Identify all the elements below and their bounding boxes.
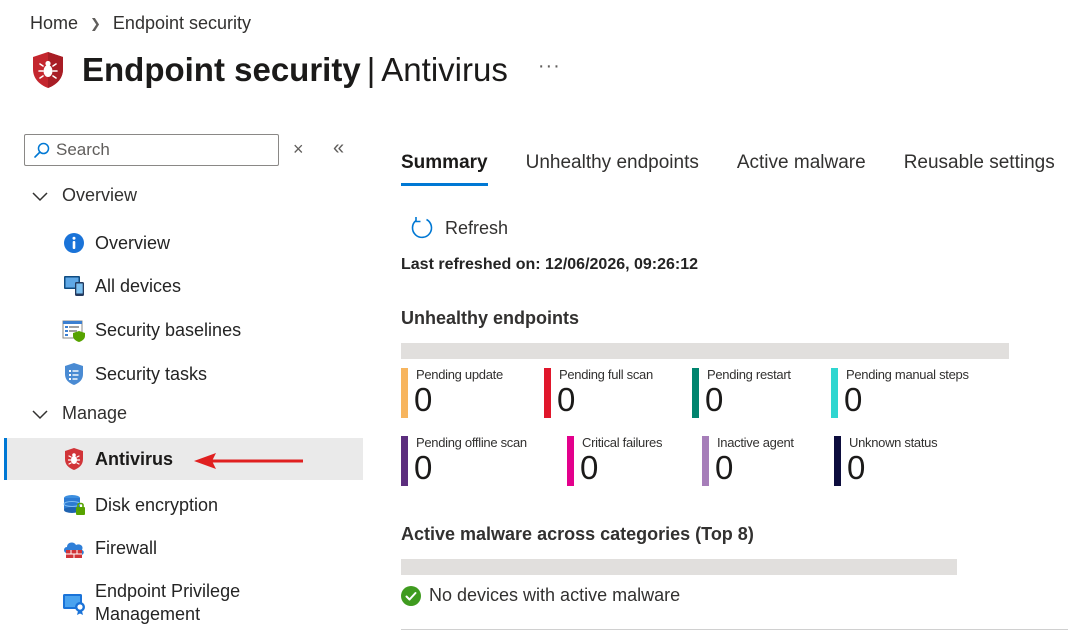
active-malware-bar	[401, 559, 957, 575]
page-title-sub: Antivirus	[381, 51, 508, 88]
firewall-icon	[64, 542, 84, 558]
page-title-separator: |	[366, 51, 376, 88]
sidebar-item-label: Security baselines	[95, 319, 242, 340]
more-options-button[interactable]: ···	[538, 55, 561, 78]
last-refreshed-text: Last refreshed on: 12/06/2026, 09:26:12	[401, 256, 699, 273]
sidebar-item-security-baselines[interactable]: Security baselines	[4, 317, 363, 343]
page-header: Endpoint security | Antivirus ···	[30, 50, 561, 90]
sidebar-item-disk-encryption[interactable]: Disk encryption	[4, 492, 363, 518]
tile-value: 0	[844, 381, 863, 418]
tile-pending-full-scan[interactable]: Pending full scan 0	[544, 368, 653, 418]
refresh-label: Refresh	[445, 217, 509, 238]
tile-label: Unknown status	[849, 435, 938, 450]
search-input[interactable]: Search	[24, 134, 279, 166]
sidebar-item-firewall[interactable]: Firewall	[4, 535, 363, 561]
sidebar-group-label: Overview	[62, 185, 138, 205]
tile-critical-failures[interactable]: Critical failures 0	[567, 436, 662, 486]
search-icon	[34, 142, 50, 158]
sidebar-item-security-tasks[interactable]: Security tasks	[4, 361, 363, 387]
info-icon	[64, 233, 84, 253]
sidebar-group-label: Manage	[62, 403, 128, 423]
sidebar-item-label-line2: Management	[95, 604, 201, 624]
sidebar-item-all-devices[interactable]: All devices	[4, 273, 363, 299]
chevron-down-icon	[32, 409, 48, 419]
tile-label: Critical failures	[582, 435, 663, 450]
tab-reusable-settings[interactable]: Reusable settings	[904, 152, 1055, 186]
tile-label: Pending offline scan	[416, 435, 527, 450]
tile-value: 0	[580, 449, 599, 486]
sidebar-item-label: Overview	[95, 232, 171, 253]
sidebar-group-overview[interactable]: Overview	[30, 185, 137, 206]
antivirus-shield-icon	[33, 52, 63, 88]
breadcrumb-home-link[interactable]: Home	[30, 13, 78, 34]
tab-bar: Summary Unhealthy endpoints Active malwa…	[401, 152, 1068, 186]
breadcrumb: Home ❯ Endpoint security	[30, 13, 251, 34]
tile-label: Pending full scan	[559, 367, 653, 382]
sidebar-item-overview[interactable]: Overview	[4, 230, 363, 256]
active-malware-title: Active malware across categories (Top 8)	[401, 524, 754, 544]
tab-unhealthy-endpoints[interactable]: Unhealthy endpoints	[526, 152, 699, 186]
sidebar-item-label: Disk encryption	[95, 494, 219, 515]
chevron-down-icon	[32, 191, 48, 201]
unhealthy-endpoints-title: Unhealthy endpoints	[401, 308, 580, 328]
tile-value: 0	[715, 449, 734, 486]
tasks-icon	[65, 363, 83, 385]
success-check-icon	[401, 585, 421, 606]
tile-label: Pending restart	[707, 367, 791, 382]
sidebar-group-manage[interactable]: Manage	[30, 403, 127, 424]
refresh-icon	[411, 217, 433, 239]
sidebar-item-endpoint-privilege-management[interactable]: Endpoint Privilege Management	[4, 579, 363, 627]
tile-value: 0	[414, 449, 433, 486]
refresh-button[interactable]: Refresh	[410, 216, 508, 240]
sidebar-item-label: Security tasks	[95, 363, 208, 384]
no-malware-text: No devices with active malware	[429, 585, 681, 605]
sidebar-item-label: Firewall	[95, 537, 158, 558]
no-malware-message: No devices with active malware	[401, 585, 680, 606]
sidebar-item-label: All devices	[95, 275, 182, 296]
tile-label: Inactive agent	[717, 435, 794, 450]
unhealthy-endpoints-bar	[401, 343, 1009, 359]
collapse-sidebar-button[interactable]: «	[333, 137, 344, 160]
sidebar-item-label: Antivirus	[95, 448, 174, 469]
sidebar-item-antivirus[interactable]: Antivirus	[4, 438, 363, 480]
annotation-arrow-icon	[194, 453, 303, 469]
disk-encryption-icon	[63, 495, 85, 515]
page-title: Endpoint security | Antivirus	[82, 51, 508, 89]
tile-unknown-status[interactable]: Unknown status 0	[834, 435, 938, 486]
clear-search-button[interactable]: ×	[293, 139, 304, 160]
tab-summary[interactable]: Summary	[401, 152, 488, 186]
tile-label: Pending manual steps	[846, 367, 969, 382]
tile-pending-update[interactable]: Pending update 0	[401, 368, 503, 418]
tile-value: 0	[414, 381, 433, 418]
breadcrumb-current-link[interactable]: Endpoint security	[113, 13, 251, 34]
sidebar-item-label-line1: Endpoint Privilege	[95, 581, 241, 601]
tile-label: Pending update	[416, 367, 503, 382]
tab-active-malware[interactable]: Active malware	[737, 152, 866, 186]
sidebar-item-label: Endpoint Privilege Management	[95, 580, 240, 626]
baselines-icon	[62, 320, 85, 342]
tile-value: 0	[705, 381, 724, 418]
tile-pending-offline-scan[interactable]: Pending offline scan 0	[401, 436, 527, 486]
page-title-main: Endpoint security	[82, 51, 361, 88]
search-placeholder: Search	[56, 140, 110, 159]
privilege-management-icon	[63, 594, 85, 615]
devices-icon	[64, 276, 84, 296]
tile-value: 0	[557, 381, 576, 418]
divider	[401, 629, 1068, 630]
tile-value: 0	[847, 449, 866, 486]
breadcrumb-chevron-icon: ❯	[90, 15, 101, 31]
tile-inactive-agent[interactable]: Inactive agent 0	[702, 436, 794, 486]
tile-pending-manual-steps[interactable]: Pending manual steps 0	[831, 368, 969, 418]
tile-pending-restart[interactable]: Pending restart 0	[692, 368, 791, 418]
antivirus-shield-icon	[65, 448, 83, 470]
